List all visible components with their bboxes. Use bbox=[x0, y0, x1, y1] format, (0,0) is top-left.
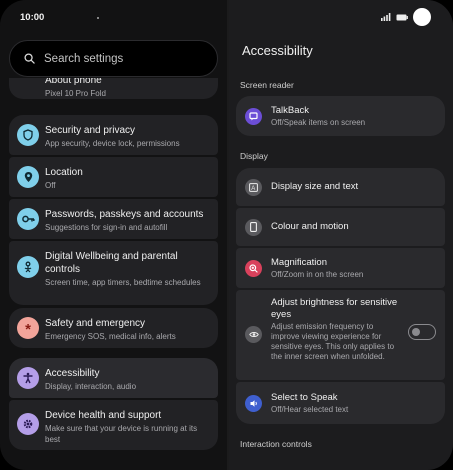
menu-item-subtitle: App security, device lock, permissions bbox=[45, 139, 180, 148]
menu-item-subtitle: Suggestions for sign-in and autofill bbox=[45, 223, 168, 232]
notification-dot bbox=[97, 17, 99, 19]
battery-icon bbox=[396, 14, 408, 20]
search-bar[interactable] bbox=[9, 40, 218, 77]
menu-item-about-phone[interactable]: About phone Pixel 10 Pro Fold bbox=[9, 78, 218, 99]
settings-menu-pane: About phone Pixel 10 Pro Fold Security a… bbox=[0, 0, 227, 470]
text-size-icon: A bbox=[245, 178, 262, 196]
gear-icon bbox=[17, 413, 39, 435]
menu-item-subtitle: Pixel 10 Pro Fold bbox=[45, 89, 106, 98]
item-subtitle: Off/Hear selected text bbox=[271, 404, 349, 414]
menu-item-title: About phone bbox=[45, 78, 102, 86]
menu-item-digital-wellbeing[interactable]: Digital Wellbeing and parental controls … bbox=[9, 241, 218, 305]
item-title: Magnification bbox=[271, 256, 327, 268]
item-subtitle: Off/Zoom in on the screen bbox=[271, 269, 364, 279]
menu-item-title: Accessibility bbox=[45, 368, 100, 379]
signal-icon bbox=[381, 13, 391, 21]
page-title: Accessibility bbox=[242, 43, 313, 58]
search-icon bbox=[24, 53, 35, 64]
status-icons bbox=[381, 8, 431, 26]
asterisk-icon: * bbox=[17, 317, 39, 339]
item-title: Display size and text bbox=[271, 181, 359, 192]
zoom-icon bbox=[245, 259, 262, 277]
menu-item-safety[interactable]: * Safety and emergency Emergency SOS, me… bbox=[9, 308, 218, 348]
item-title: Adjust brightness for sensitive eyes bbox=[271, 297, 398, 320]
key-icon bbox=[17, 208, 39, 230]
item-subtitle: Off/Speak items on screen bbox=[271, 117, 366, 127]
display-size-item[interactable]: A Display size and text bbox=[236, 168, 445, 206]
talkback-icon bbox=[245, 107, 262, 125]
section-label-screen-reader: Screen reader bbox=[240, 80, 294, 90]
phone-screen-icon bbox=[245, 218, 262, 236]
menu-item-device-health[interactable]: Device health and support Make sure that… bbox=[9, 400, 218, 450]
eye-icon bbox=[245, 326, 262, 343]
item-subtitle: Adjust emission frequency to improve vie… bbox=[271, 322, 395, 361]
brightness-toggle[interactable] bbox=[408, 324, 436, 340]
adjust-brightness-item[interactable]: Adjust brightness for sensitive eyes Adj… bbox=[236, 290, 445, 380]
item-title: Colour and motion bbox=[271, 221, 349, 232]
search-input[interactable] bbox=[44, 52, 194, 65]
section-label-display: Display bbox=[240, 151, 268, 161]
settings-list: About phone Pixel 10 Pro Fold Security a… bbox=[9, 78, 218, 470]
talkback-item[interactable]: TalkBack Off/Speak items on screen bbox=[236, 96, 445, 136]
colour-motion-item[interactable]: Colour and motion bbox=[236, 208, 445, 246]
menu-item-title: Safety and emergency bbox=[45, 318, 146, 329]
menu-item-subtitle: Make sure that your device is running at… bbox=[45, 424, 198, 444]
accessibility-icon bbox=[17, 367, 39, 389]
svg-text:A: A bbox=[251, 186, 255, 192]
magnification-item[interactable]: Magnification Off/Zoom in on the screen bbox=[236, 248, 445, 288]
accessibility-pane: Accessibility Screen reader TalkBack Off… bbox=[229, 0, 453, 470]
menu-item-subtitle: Display, interaction, audio bbox=[45, 382, 137, 391]
device-screen: About phone Pixel 10 Pro Fold Security a… bbox=[0, 0, 453, 470]
select-to-speak-item[interactable]: Select to Speak Off/Hear selected text bbox=[236, 382, 445, 424]
menu-item-subtitle: Screen time, app timers, bedtime schedul… bbox=[45, 278, 201, 287]
menu-item-accessibility[interactable]: Accessibility Display, interaction, audi… bbox=[9, 358, 218, 398]
phone-icon bbox=[17, 78, 39, 96]
shield-icon bbox=[17, 124, 39, 146]
wellbeing-icon bbox=[17, 256, 39, 278]
location-pin-icon bbox=[17, 166, 39, 188]
section-label-interaction: Interaction controls bbox=[240, 439, 312, 449]
menu-item-title: Digital Wellbeing and parental controls bbox=[45, 251, 178, 275]
menu-item-subtitle: Off bbox=[45, 181, 56, 190]
menu-item-subtitle: Emergency SOS, medical info, alerts bbox=[45, 332, 176, 341]
menu-item-security[interactable]: Security and privacy App security, devic… bbox=[9, 115, 218, 155]
item-title: TalkBack bbox=[271, 104, 310, 116]
toggle-knob bbox=[412, 327, 420, 336]
camera-cutout-icon bbox=[413, 8, 431, 26]
status-bar: 10:00 bbox=[0, 0, 453, 36]
menu-item-title: Passwords, passkeys and accounts bbox=[45, 209, 204, 220]
item-title: Select to Speak bbox=[271, 391, 338, 403]
menu-item-passwords[interactable]: Passwords, passkeys and accounts Suggest… bbox=[9, 199, 218, 239]
menu-item-location[interactable]: Location Off bbox=[9, 157, 218, 197]
status-time: 10:00 bbox=[20, 12, 45, 23]
select-to-speak-icon bbox=[245, 394, 262, 412]
menu-item-title: Location bbox=[45, 167, 83, 178]
menu-item-title: Security and privacy bbox=[45, 125, 136, 136]
menu-item-title: Device health and support bbox=[45, 410, 162, 421]
